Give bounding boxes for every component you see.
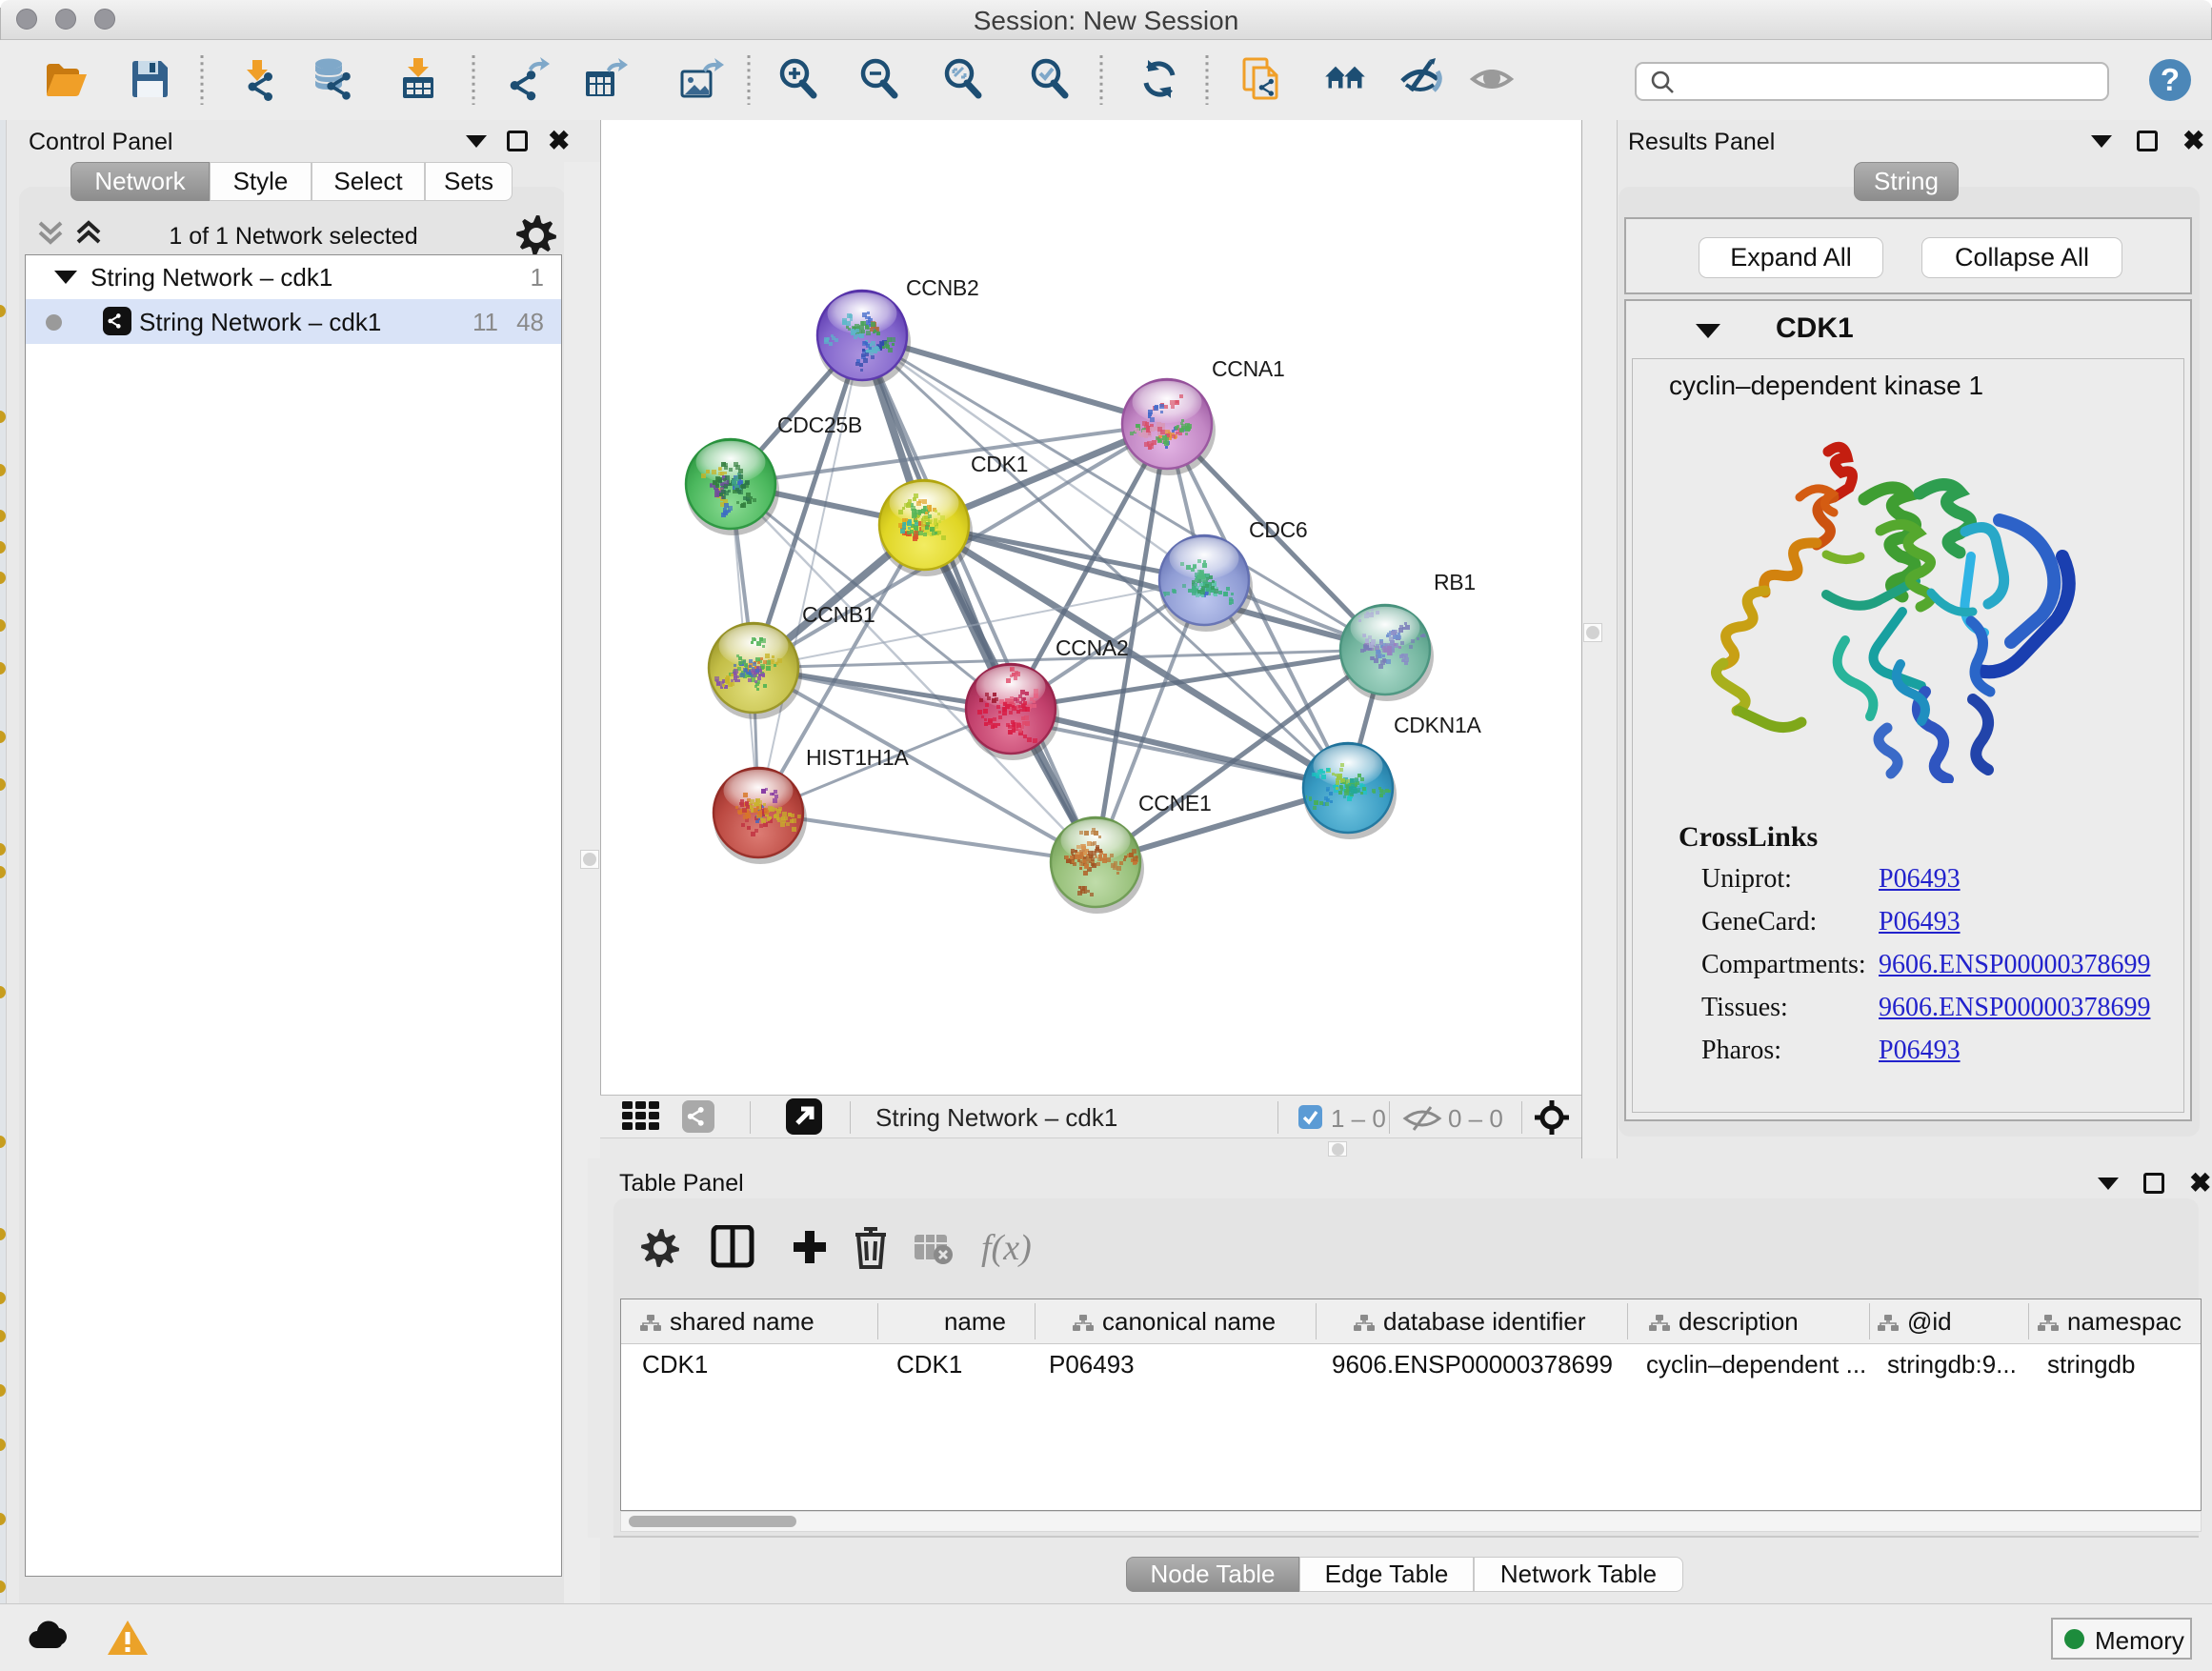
svg-text:f(x): f(x) [981, 1228, 1032, 1268]
svg-text:CDKN1A: CDKN1A [1394, 713, 1481, 737]
svg-text:RB1: RB1 [1434, 570, 1476, 594]
svg-text:HIST1H1A: HIST1H1A [806, 745, 909, 770]
svg-text:CDC25B: CDC25B [777, 413, 862, 437]
svg-text:CCNA1: CCNA1 [1212, 356, 1284, 381]
svg-text:CDK1: CDK1 [971, 452, 1028, 476]
svg-text:CDC6: CDC6 [1249, 517, 1307, 542]
svg-text:CCNB1: CCNB1 [802, 602, 875, 627]
svg-text:CCNB2: CCNB2 [906, 275, 978, 300]
svg-text:CCNE1: CCNE1 [1138, 791, 1211, 815]
svg-text:CCNA2: CCNA2 [1056, 635, 1128, 660]
